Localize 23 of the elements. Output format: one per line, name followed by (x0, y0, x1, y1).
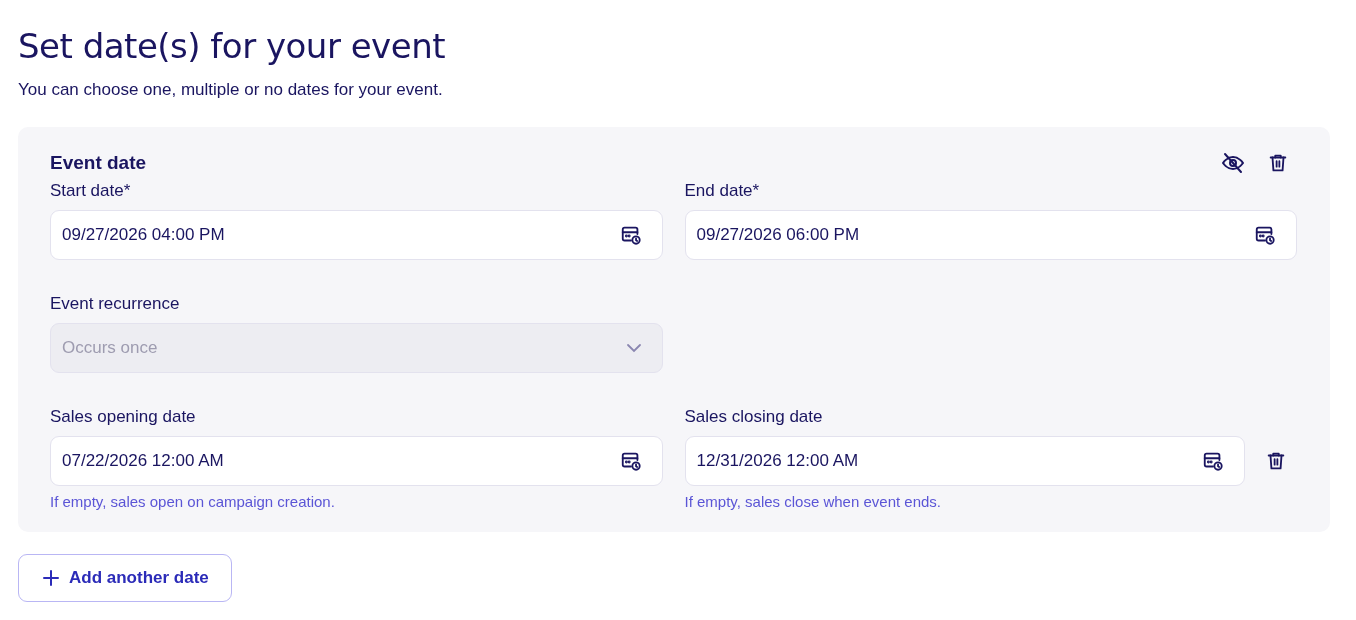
date-field[interactable]: 09/27/2026 06:00 PM (684, 210, 1297, 260)
eye-slash-icon[interactable] (1221, 151, 1245, 175)
add-date-button[interactable]: Add another date (18, 554, 232, 602)
plus-icon (43, 570, 59, 586)
date-field[interactable]: 07/22/2026 12:00 AM (50, 436, 663, 486)
field-label: Start date* (50, 181, 132, 201)
date-field[interactable]: 12/31/2026 12:00 AM (684, 436, 1245, 486)
field-label: Sales closing date (684, 407, 824, 427)
calendar-clock-icon[interactable] (1254, 224, 1276, 246)
field-hint: If empty, sales open on campaign creation. (50, 493, 336, 510)
calendar-clock-icon[interactable] (619, 224, 642, 246)
delete-icon[interactable] (1267, 152, 1289, 174)
date-field[interactable]: 09/27/2026 04:00 PM (50, 210, 663, 260)
calendar-clock-icon[interactable] (1202, 450, 1224, 472)
card-title: Event date (50, 152, 147, 174)
field-label: End date* (684, 181, 761, 201)
delete-icon[interactable] (1265, 450, 1287, 472)
page-subtitle: You can choose one, multiple or no dates for your event. (18, 80, 444, 100)
calendar-clock-icon[interactable] (619, 450, 642, 472)
field-hint: If empty, sales close when event ends. (684, 493, 943, 510)
field-label: Sales opening date (50, 407, 197, 427)
page-title: Set date(s) for your event (18, 26, 446, 66)
field-label: Event recurrence (50, 294, 181, 314)
